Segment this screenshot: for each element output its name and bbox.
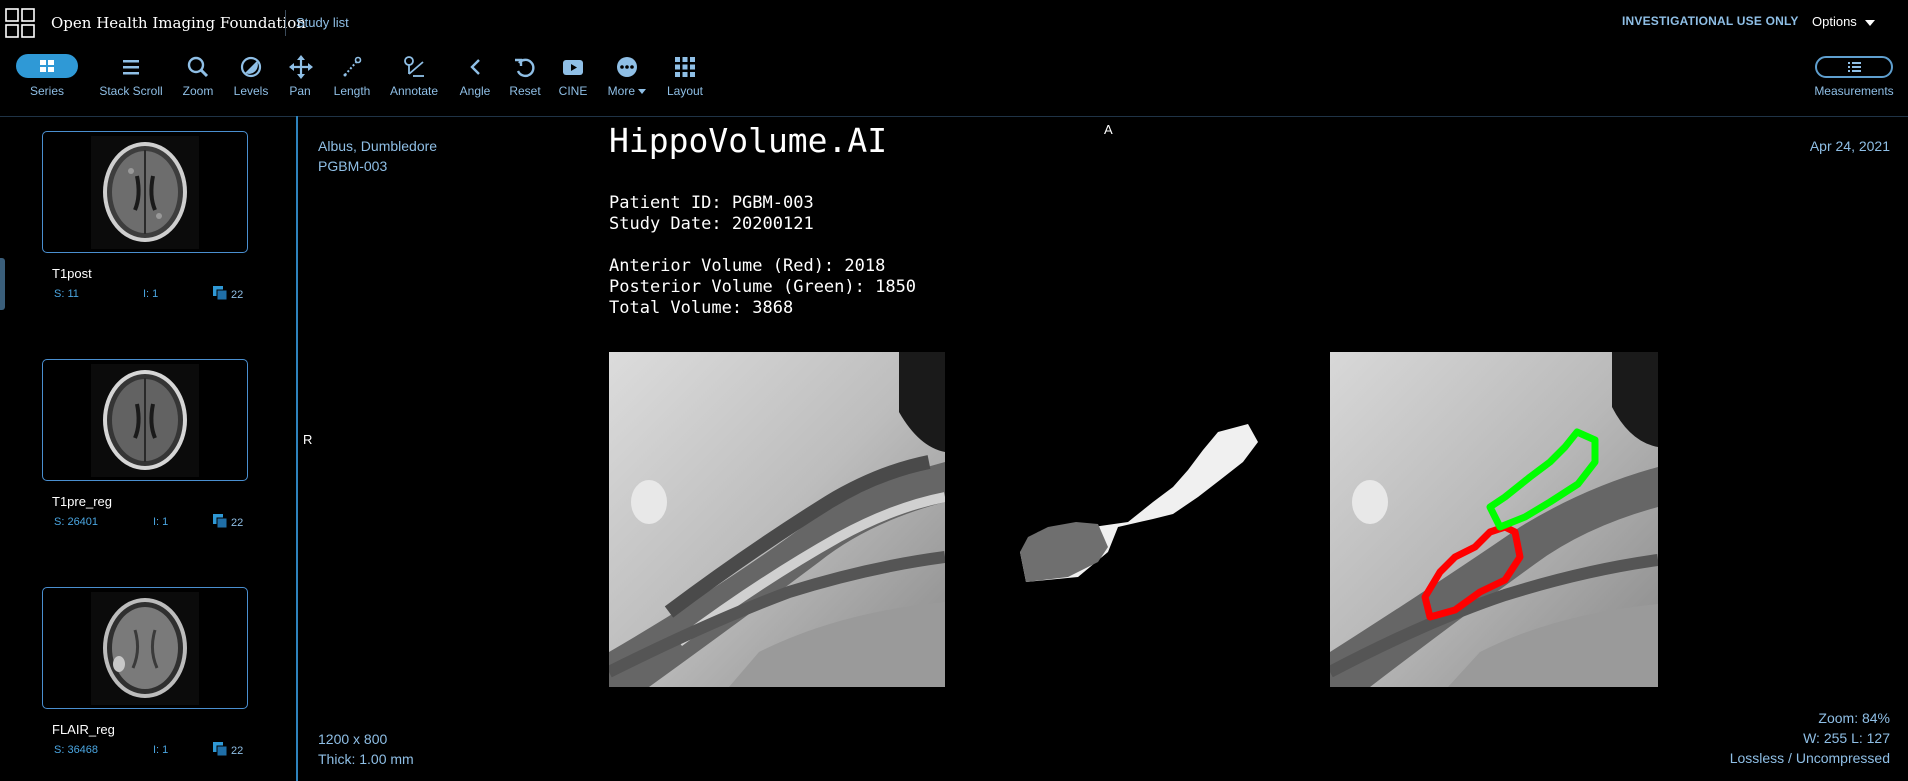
series-icon <box>16 54 78 78</box>
thumbnail-image <box>91 364 199 477</box>
angle-label: Angle <box>459 84 491 98</box>
layout-button[interactable]: Layout <box>665 52 705 112</box>
reset-button[interactable]: Reset <box>509 52 541 112</box>
anterior-volume: Anterior Volume (Red): 2018 <box>609 256 886 276</box>
study-date: Apr 24, 2021 <box>1809 138 1890 154</box>
series-thumbnail[interactable] <box>42 587 248 709</box>
patient-name: Albus, Dumbledore <box>318 138 438 154</box>
zoom-button[interactable]: Zoom <box>180 52 216 112</box>
instance-number: I: 1 <box>143 288 159 300</box>
angle-icon <box>470 59 480 75</box>
report-title: HippoVolume.AI <box>609 121 888 160</box>
image-stack-icon <box>213 742 227 756</box>
levels-button[interactable]: Levels <box>230 52 272 112</box>
posterior-volume: Posterior Volume (Green): 1850 <box>609 277 917 297</box>
more-icon <box>617 57 637 77</box>
image-stack-icon <box>213 514 227 528</box>
levels-icon <box>240 56 262 78</box>
series-description: T1pre_reg <box>52 494 112 509</box>
layout-label: Layout <box>666 84 704 98</box>
series-number: S: 11 <box>54 288 79 300</box>
patient-id: PGBM-003 <box>318 158 388 174</box>
annotate-icon <box>404 56 424 77</box>
title-divider <box>285 10 286 36</box>
total-volume: Total Volume: 3868 <box>609 298 794 318</box>
annotate-button[interactable]: Annotate <box>388 52 440 112</box>
image-count: 22 <box>231 745 244 757</box>
chevron-down-icon <box>638 89 647 95</box>
pan-icon <box>289 55 313 79</box>
series-thumbnail[interactable] <box>42 359 248 481</box>
more-label: More <box>607 84 635 98</box>
instance-number: I: 1 <box>153 516 169 528</box>
image-viewport[interactable]: Albus, Dumbledore PGBM-003 Apr 24, 2021 … <box>298 117 1908 781</box>
stack-scroll-button[interactable]: Stack Scroll <box>98 52 164 112</box>
report-patient-id: Patient ID: PGBM-003 <box>609 193 814 213</box>
investigational-notice: INVESTIGATIONAL USE ONLY <box>1622 14 1799 28</box>
more-button[interactable]: More <box>605 52 649 112</box>
series-button[interactable]: Series <box>15 52 79 112</box>
report-study-date: Study Date: 20200121 <box>609 214 814 234</box>
mri-contour-overlay-image <box>1330 352 1658 687</box>
app-title: Open Health Imaging Foundation <box>51 14 306 32</box>
zoom-label: Zoom <box>182 84 214 98</box>
measurements-button[interactable]: Measurements <box>1812 52 1896 112</box>
image-count: 22 <box>231 517 244 529</box>
window-level: W: 255 L: 127 <box>1803 730 1890 746</box>
more-label-wrap: More <box>605 84 649 98</box>
compression-info: Lossless / Uncompressed <box>1729 750 1890 766</box>
length-label: Length <box>333 84 371 98</box>
orientation-marker-left: R <box>303 432 313 447</box>
options-label: Options <box>1812 14 1857 29</box>
series-number: S: 26401 <box>54 516 99 528</box>
series-number: S: 36468 <box>54 744 99 756</box>
instance-number: I: 1 <box>153 744 169 756</box>
series-thumbnail[interactable] <box>42 131 248 253</box>
segmentation-mask-image <box>1020 424 1258 582</box>
image-count: 22 <box>231 289 244 301</box>
sidebar-collapse-handle[interactable] <box>0 258 5 310</box>
zoom-icon <box>187 56 209 78</box>
orientation-marker-top: A <box>1104 122 1113 137</box>
layout-icon <box>675 57 695 77</box>
toolbar: Series Stack Scroll Zoom Levels Pan Leng… <box>0 44 1908 116</box>
options-menu[interactable]: Options <box>1812 14 1875 29</box>
series-description: FLAIR_reg <box>52 722 115 737</box>
grid-logo-icon[interactable] <box>5 8 35 38</box>
thumbnail-image <box>91 136 199 249</box>
thumbnail-image <box>91 592 199 705</box>
pan-label: Pan <box>289 84 311 98</box>
measurements-label: Measurements <box>1814 84 1894 98</box>
length-icon <box>343 56 362 77</box>
length-button[interactable]: Length <box>331 52 373 112</box>
reset-icon <box>515 58 535 78</box>
reset-label: Reset <box>509 84 541 98</box>
top-bar: Open Health Imaging Foundation Study lis… <box>0 0 1908 44</box>
pan-button[interactable]: Pan <box>286 52 314 112</box>
annotate-label: Annotate <box>389 84 439 98</box>
mri-crop-image <box>609 352 945 687</box>
cine-label: CINE <box>558 84 588 98</box>
image-dimensions: 1200 x 800 <box>318 731 388 747</box>
slice-thickness: Thick: 1.00 mm <box>318 751 414 767</box>
levels-label: Levels <box>233 84 269 98</box>
zoom-level: Zoom: 84% <box>1818 710 1890 726</box>
angle-button[interactable]: Angle <box>458 52 492 112</box>
study-list-link[interactable]: Study list <box>296 15 349 30</box>
chevron-down-icon <box>1864 19 1875 26</box>
stack-scroll-icon <box>123 60 139 75</box>
image-stack-icon <box>213 286 227 300</box>
series-description: T1post <box>52 266 92 281</box>
stack-scroll-label: Stack Scroll <box>99 84 163 98</box>
cine-icon <box>563 60 583 75</box>
series-label: Series <box>29 84 64 98</box>
cine-button[interactable]: CINE <box>557 52 589 112</box>
measurements-icon <box>1815 56 1893 78</box>
